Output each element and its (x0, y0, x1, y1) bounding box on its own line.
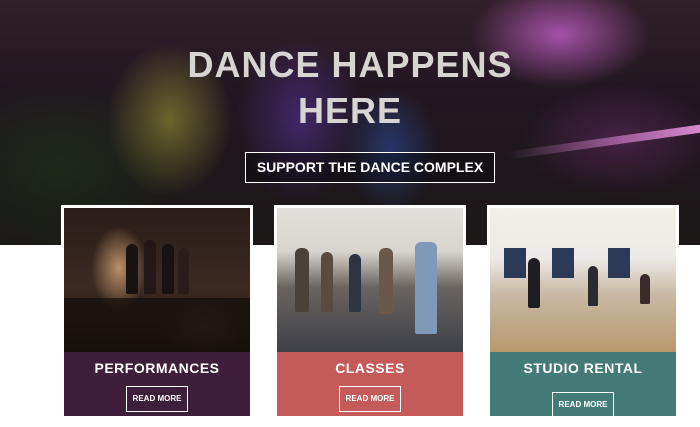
classes-read-more-button[interactable]: READ MORE (339, 386, 401, 412)
classes-card[interactable]: CLASSES READ MORE (274, 205, 466, 419)
studio-rental-panel: STUDIO RENTAL READ MORE (490, 352, 676, 418)
performances-image (64, 208, 250, 352)
hero-title-line2: HERE (297, 90, 403, 131)
studio-rental-image (490, 208, 676, 352)
hero-title: DANCE HAPPENS HERE (0, 42, 700, 134)
studio-rental-card[interactable]: STUDIO RENTAL READ MORE (487, 205, 679, 419)
performances-card[interactable]: PERFORMANCES READ MORE (61, 205, 253, 419)
performances-title: PERFORMANCES (94, 360, 220, 376)
support-button[interactable]: SUPPORT THE DANCE COMPLEX (245, 152, 495, 183)
studio-rental-title: STUDIO RENTAL (523, 360, 643, 376)
classes-image (277, 208, 463, 352)
performances-read-more-button[interactable]: READ MORE (126, 386, 188, 412)
performances-panel: PERFORMANCES READ MORE (64, 352, 250, 416)
classes-title: CLASSES (335, 360, 405, 376)
classes-panel: CLASSES READ MORE (277, 352, 463, 416)
studio-rental-read-more-button[interactable]: READ MORE (552, 392, 614, 418)
hero-title-line1: DANCE HAPPENS (187, 44, 513, 85)
